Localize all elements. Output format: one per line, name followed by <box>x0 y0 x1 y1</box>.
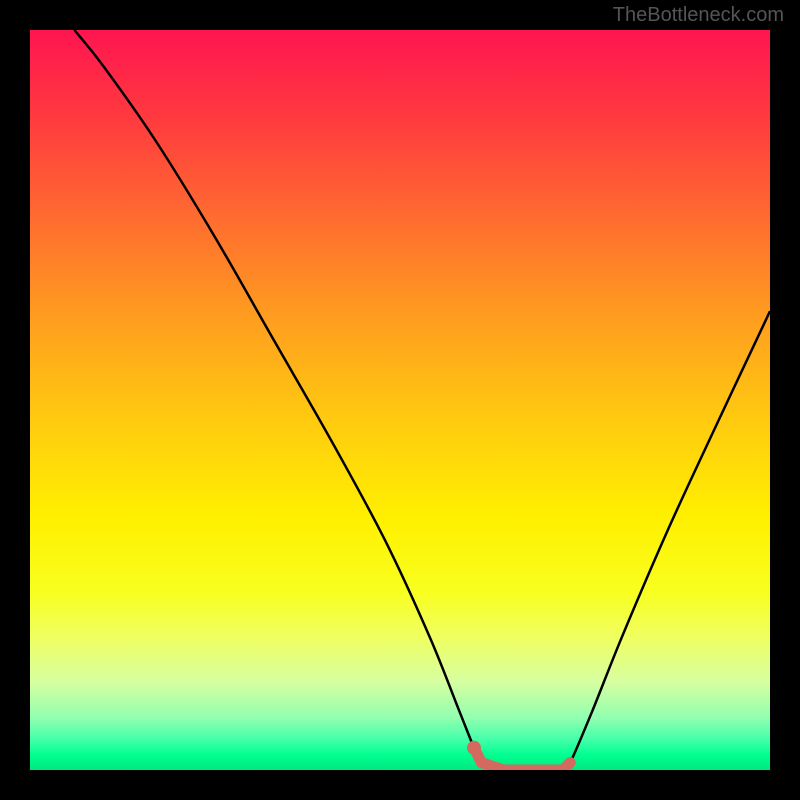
chart-plot-area <box>30 30 770 770</box>
optimal-segment-path <box>474 748 570 770</box>
bottleneck-curve-path <box>74 30 770 770</box>
chart-svg <box>30 30 770 770</box>
optimal-start-dot <box>467 741 481 755</box>
watermark-text: TheBottleneck.com <box>613 4 784 27</box>
